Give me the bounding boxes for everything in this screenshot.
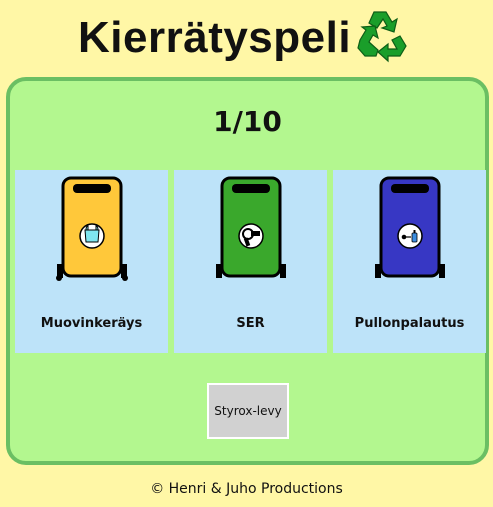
recycle-icon	[357, 11, 407, 63]
footer-credit: © Henri & Juho Productions	[150, 481, 343, 497]
green-bin-icon	[216, 176, 286, 278]
blue-bin-icon	[375, 176, 445, 278]
header: Kierrätyspeli	[0, 0, 493, 72]
bin-muovinkerays[interactable]: Muovinkeräys	[15, 170, 168, 353]
bin-label: Pullonpalautus	[354, 316, 465, 331]
bin-pullonpalautus[interactable]: Pullonpalautus	[333, 170, 486, 353]
draggable-item-card[interactable]: Styrox-levy	[207, 383, 289, 439]
bin-ser[interactable]: SER	[174, 170, 327, 353]
bin-row: Muovinkeräys SER Pullonpalautus	[15, 170, 486, 356]
progress-counter: 1/10	[213, 105, 282, 138]
bin-label: Muovinkeräys	[40, 316, 143, 331]
yellow-bin-icon	[56, 176, 128, 281]
bin-label: SER	[236, 316, 265, 331]
game-board: 1/10 Muovinkeräys SER Pullonpalautus Sty…	[6, 77, 489, 465]
game-title: Kierrätyspeli	[78, 13, 352, 62]
